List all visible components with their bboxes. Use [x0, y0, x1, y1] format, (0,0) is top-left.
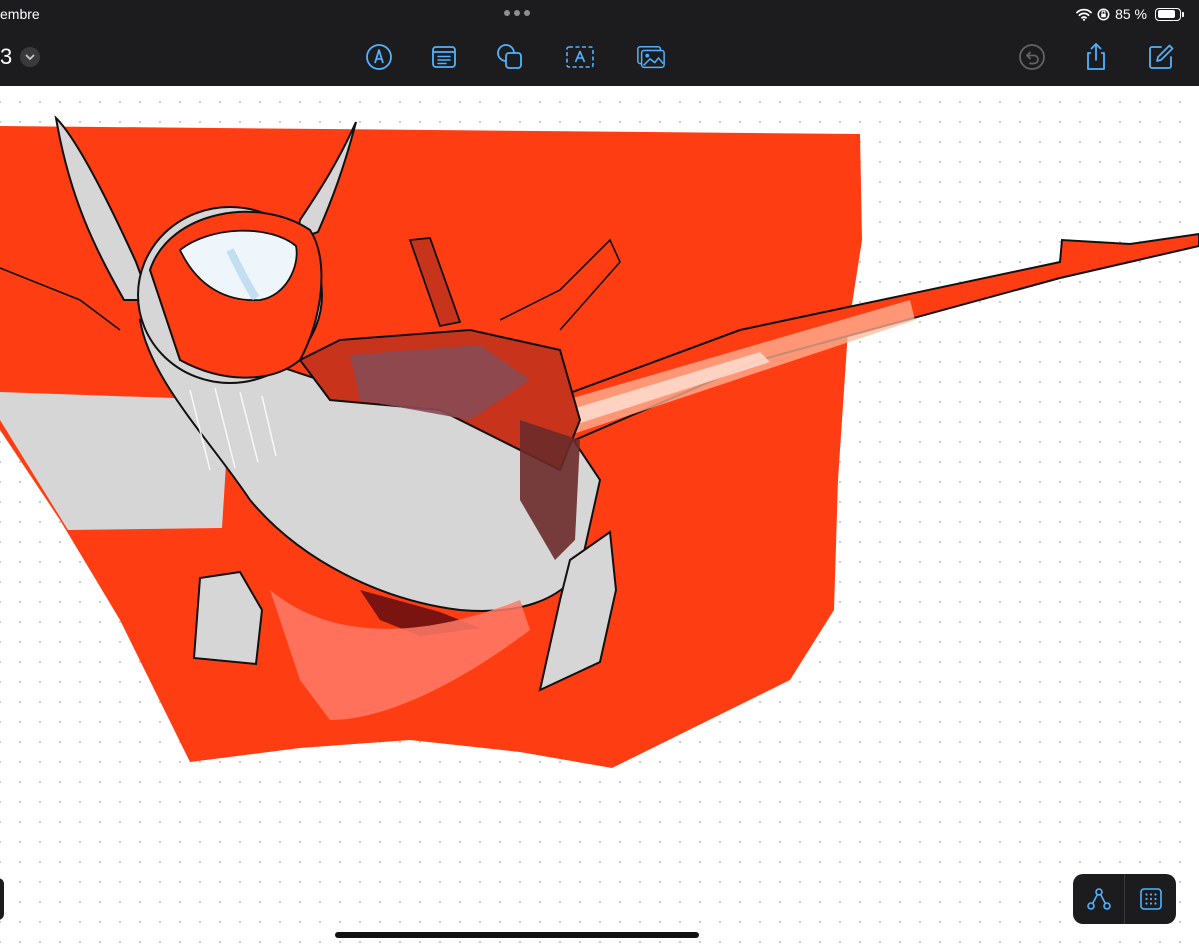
chevron-down-icon — [20, 47, 41, 67]
battery-percentage: 85 % — [1115, 6, 1147, 22]
media-icon[interactable] — [636, 42, 666, 72]
new-board-icon[interactable] — [1146, 42, 1176, 72]
pen-tool-icon[interactable] — [364, 42, 394, 72]
board-title-button[interactable]: 3 — [0, 44, 41, 70]
bottom-tool-panel — [1073, 874, 1176, 924]
board-title: 3 — [0, 44, 13, 69]
grid-toggle-icon[interactable] — [1125, 874, 1176, 924]
connector-icon[interactable] — [1073, 874, 1124, 924]
multitasking-dots-icon[interactable] — [504, 9, 530, 17]
wifi-icon — [1076, 8, 1092, 21]
drawing-sketch — [0, 115, 1199, 768]
collapsed-side-tab[interactable] — [0, 878, 4, 920]
home-indicator[interactable] — [335, 932, 699, 938]
status-date: embre — [0, 6, 40, 22]
top-bar: embre 85 % 3 — [0, 0, 1199, 86]
text-box-icon[interactable] — [565, 42, 595, 72]
share-icon[interactable] — [1081, 42, 1111, 72]
undo-icon[interactable] — [1017, 42, 1047, 72]
drawing-canvas[interactable] — [0, 86, 1199, 948]
battery-icon — [1155, 7, 1184, 21]
status-right: 85 % — [1076, 4, 1184, 24]
orientation-lock-icon — [1097, 8, 1110, 20]
shapes-icon[interactable] — [495, 42, 525, 72]
sticky-note-icon[interactable] — [429, 42, 459, 72]
